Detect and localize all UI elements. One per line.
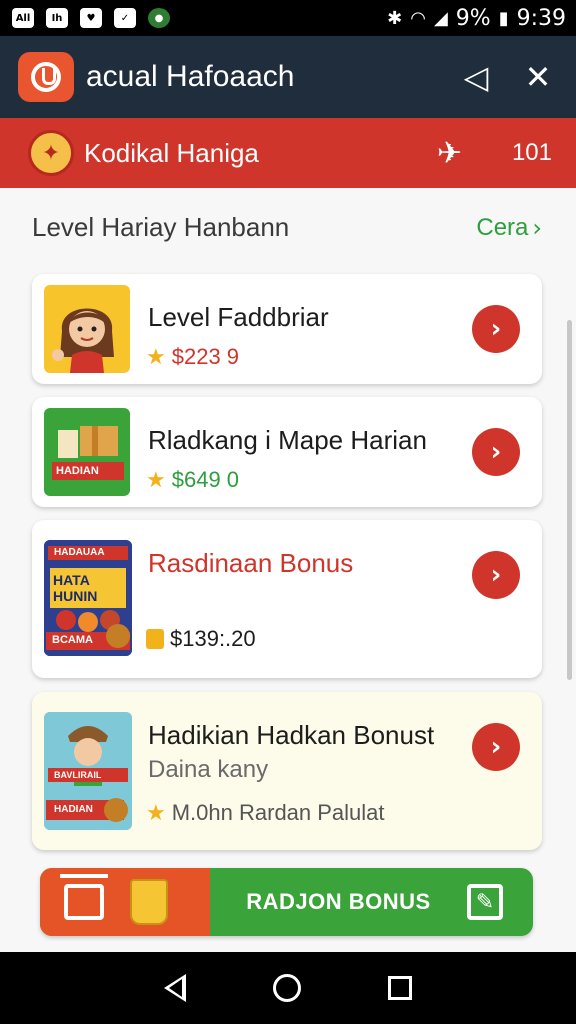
chef-thumbnail: BAVLIRAIL HADIAN (44, 712, 132, 830)
thumb-label: HADIAN (56, 465, 99, 477)
wifi-icon: ◠ (410, 7, 426, 29)
back-icon[interactable] (163, 974, 186, 1002)
close-icon[interactable]: ✕ (518, 57, 558, 97)
bonus-button-left (40, 868, 210, 936)
scrollbar[interactable] (567, 320, 572, 680)
paper-plane-icon[interactable]: ✈ (437, 136, 462, 171)
open-card-button[interactable]: › (472, 305, 520, 353)
app-notification-icon: ● (148, 8, 170, 28)
avatar-thumbnail (44, 285, 130, 373)
share-icon[interactable]: ◁ (456, 57, 496, 97)
recent-apps-icon[interactable] (388, 976, 413, 1000)
home-icon[interactable] (272, 974, 301, 1002)
card-title: Level Faddbriar (148, 302, 329, 332)
card-price: $139:.20 (170, 626, 256, 651)
chevron-right-icon: › (532, 213, 542, 242)
card-meta: ★ $649 0 (146, 467, 239, 493)
edit-icon[interactable]: ✎ (467, 884, 503, 920)
notification-icons: All Ih ♥ ✓ ● (12, 8, 170, 28)
rocket-badge-icon: ✦ (28, 130, 74, 176)
card-title: Hadikian Hadkan Bonust (148, 720, 435, 750)
bluetooth-icon: ✱ (387, 7, 403, 29)
thumb-label-top: BAVLIRAIL (54, 770, 102, 780)
check-notification-icon: ✓ (114, 8, 136, 28)
reward-card[interactable]: BAVLIRAIL HADIAN Hadikian Hadkan Bonust … (32, 692, 542, 850)
status-bar: All Ih ♥ ✓ ● ✱ ◠ ◢ 9% ▮ 9:39 (0, 0, 576, 36)
gift-thumbnail: HADIAN (44, 408, 130, 496)
open-card-button[interactable]: › (472, 428, 520, 476)
card-title: Rladkang i Mape Harian (148, 425, 427, 455)
banner-count: 101 (511, 139, 552, 166)
status-indicators: ✱ ◠ ◢ 9% ▮ 9:39 (387, 6, 566, 31)
star-icon: ★ (146, 344, 166, 370)
heart-notification-icon: ♥ (80, 8, 102, 28)
thumb-label-bottom: HADIAN (54, 804, 93, 815)
all-notification-icon: All (12, 8, 34, 28)
gift-icon (146, 629, 164, 649)
shop-icon (60, 874, 108, 920)
card-meta: ★ M.0hn Rardan Palulat (146, 800, 385, 826)
app-bar: acual Hafoaach ◁ ✕ (0, 36, 576, 118)
girl-avatar-icon (52, 308, 114, 373)
see-all-link[interactable]: Cera › (476, 214, 542, 242)
popcorn-icon (130, 879, 168, 925)
main-content: Level Hariay Hanbann Cera › Level Faddbr… (0, 188, 576, 952)
chart-notification-icon: Ih (46, 8, 68, 28)
app-logo-icon (31, 62, 61, 92)
system-nav-bar (0, 952, 576, 1024)
section-title: Level Hariay Hanbann (32, 212, 290, 242)
card-title: Rasdinaan Bonus (148, 548, 354, 578)
card-price: $649 0 (171, 467, 240, 492)
signal-icon: ◢ (433, 7, 448, 29)
card-subtitle: Daina kany (148, 756, 269, 783)
card-note: M.0hn Rardan Palulat (171, 800, 385, 825)
clock: 9:39 (516, 5, 566, 31)
boxes-icon (52, 426, 124, 480)
card-meta: $139:.20 (146, 626, 256, 652)
card-price: $223 9 (171, 344, 240, 369)
section-header: Level Hariay Hanbann Cera › (32, 212, 542, 243)
promo-banner[interactable]: ✦ Kodikal Haniga ✈ 101 (0, 118, 576, 188)
reward-card[interactable]: HADAUAA HATA HUNIN BCAMA Rasdinaan Bonus… (32, 520, 542, 678)
poster-mid-label: HATA HUNIN (53, 572, 98, 604)
banner-title: Kodikal Haniga (84, 137, 259, 168)
see-all-label: Cera (476, 213, 529, 241)
reward-card[interactable]: Level Faddbriar ★ $223 9 › (32, 274, 542, 384)
open-card-button[interactable]: › (472, 551, 520, 599)
star-icon: ★ (146, 467, 166, 493)
app-title: acual Hafoaach (86, 60, 295, 93)
random-bonus-button[interactable]: RADJON BONUS ✎ (40, 868, 533, 936)
poster-top-label: HADAUAA (54, 547, 105, 558)
app-logo[interactable] (18, 52, 74, 102)
star-icon: ★ (146, 800, 166, 826)
battery-icon: ▮ (498, 7, 509, 29)
reward-card[interactable]: HADIAN Rladkang i Mape Harian ★ $649 0 › (32, 397, 542, 507)
card-meta: ★ $223 9 (146, 344, 239, 370)
bonus-poster-thumbnail: HADAUAA HATA HUNIN BCAMA (44, 540, 132, 656)
bonus-button-label: RADJON BONUS (246, 889, 431, 914)
poster-bottom-label: BCAMA (52, 634, 93, 646)
battery-percent: 9% (455, 5, 491, 31)
open-card-button[interactable]: › (472, 723, 520, 771)
